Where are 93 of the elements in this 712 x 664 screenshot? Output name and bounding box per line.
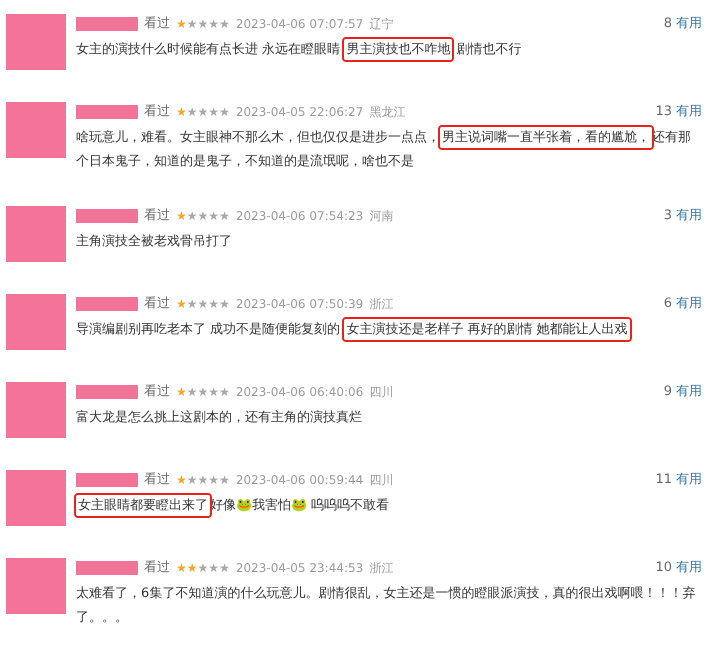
empty-star-icon: ★	[186, 103, 198, 121]
avatar	[6, 558, 66, 614]
useful-link[interactable]: 有用	[676, 102, 702, 122]
comment-location: 河南	[369, 208, 394, 225]
highlight-frame: 女主眼睛都要瞪出来了	[76, 495, 210, 516]
redacted-username	[76, 297, 138, 311]
empty-star-icon: ★	[219, 295, 230, 313]
comment-time: 2023-04-06 07:50:39	[236, 296, 364, 313]
empty-star-icon: ★	[208, 295, 220, 313]
empty-star-icon: ★	[219, 383, 230, 401]
highlight-frame: 男主演技也不咋地	[344, 39, 452, 60]
vote-count: 13	[655, 103, 672, 122]
comment-time: 2023-04-06 00:59:44	[236, 472, 364, 489]
comment-time: 2023-04-05 23:44:53	[236, 560, 364, 577]
filled-star-icon: ★	[176, 103, 187, 121]
empty-star-icon: ★	[208, 103, 220, 121]
vote-count: 11	[655, 471, 672, 490]
empty-star-icon: ★	[186, 15, 198, 33]
filled-star-icon: ★	[176, 15, 187, 33]
watched-status: 看过	[144, 295, 170, 314]
empty-star-icon: ★	[208, 207, 220, 225]
useful-link[interactable]: 有用	[676, 558, 702, 578]
watched-status: 看过	[144, 207, 170, 226]
useful-link[interactable]: 有用	[676, 294, 702, 314]
comment-location: 黑龙江	[369, 104, 406, 121]
empty-star-icon: ★	[219, 207, 230, 225]
empty-star-icon: ★	[208, 559, 220, 577]
empty-star-icon: ★	[219, 103, 230, 121]
comment-location: 辽宁	[369, 16, 394, 33]
empty-star-icon: ★	[198, 103, 208, 121]
empty-star-icon: ★	[208, 15, 220, 33]
comment-location: 四川	[369, 472, 394, 489]
comment-text: 太难看了，6集了不知道演的什么玩意儿。剧情很乱，女主还是一惯的瞪眼派演技，真的很出戏啊喂！！！弃了。。。	[76, 585, 696, 627]
empty-star-icon: ★	[186, 383, 198, 401]
avatar	[6, 382, 66, 438]
empty-star-icon: ★	[219, 15, 230, 33]
filled-star-icon: ★	[186, 559, 198, 577]
avatar	[6, 294, 66, 350]
empty-star-icon: ★	[198, 295, 208, 313]
comment-location: 浙江	[369, 560, 394, 577]
empty-star-icon: ★	[186, 471, 198, 489]
empty-star-icon: ★	[186, 295, 198, 313]
redacted-username	[76, 561, 138, 575]
useful-link[interactable]: 有用	[676, 382, 702, 402]
redacted-username	[76, 473, 138, 487]
avatar	[6, 470, 66, 526]
avatar	[6, 102, 66, 158]
useful-link[interactable]: 有用	[676, 206, 702, 226]
comment-text: 女主的演技什么时候能有点长进 永远在瞪眼睛 男主演技也不咋地 剧情也不行	[76, 38, 702, 62]
filled-star-icon: ★	[176, 295, 187, 313]
empty-star-icon: ★	[208, 383, 220, 401]
watched-status: 看过	[144, 103, 170, 122]
useful-link[interactable]: 有用	[676, 14, 702, 34]
filled-star-icon: ★	[176, 207, 187, 225]
vote-count: 6	[664, 295, 672, 314]
empty-star-icon: ★	[198, 15, 208, 33]
empty-star-icon: ★	[208, 471, 220, 489]
comment-text: 导演编剧别再吃老本了 成功不是随便能复刻的 女主演技还是老样子 再好的剧情 她都能让人出戏	[76, 318, 702, 342]
comment-time: 2023-04-06 06:40:06	[236, 384, 364, 401]
empty-star-icon: ★	[186, 207, 198, 225]
highlight-frame: 男主说词嘴一直半张着，看的尴尬，	[440, 127, 652, 148]
redacted-username	[76, 17, 138, 31]
empty-star-icon: ★	[219, 471, 230, 489]
avatar	[6, 206, 66, 262]
useful-link[interactable]: 有用	[676, 470, 702, 490]
highlight-frame: 女主演技还是老样子 再好的剧情 她都能让人出戏	[344, 319, 630, 340]
vote-count: 3	[664, 207, 672, 226]
empty-star-icon: ★	[198, 207, 208, 225]
filled-star-icon: ★	[176, 559, 187, 577]
comment-time: 2023-04-06 07:07:57	[236, 16, 364, 33]
avatar	[6, 14, 66, 70]
filled-star-icon: ★	[176, 383, 187, 401]
watched-status: 看过	[144, 559, 170, 578]
vote-count: 9	[664, 383, 672, 402]
empty-star-icon: ★	[198, 383, 208, 401]
comment-text: 主角演技全被老戏骨吊打了	[76, 233, 233, 251]
comment-text: 富大龙是怎么挑上这剧本的，还有主角的演技真烂	[76, 409, 363, 427]
redacted-username	[76, 105, 138, 119]
watched-status: 看过	[144, 15, 170, 34]
redacted-username	[76, 385, 138, 399]
comment-location: 浙江	[369, 296, 394, 313]
empty-star-icon: ★	[198, 471, 208, 489]
vote-count: 10	[655, 559, 672, 578]
empty-star-icon: ★	[198, 559, 208, 577]
watched-status: 看过	[144, 471, 170, 490]
comment-time: 2023-04-05 22:06:27	[236, 104, 364, 121]
empty-star-icon: ★	[219, 559, 230, 577]
comment-time: 2023-04-06 07:54:23	[236, 208, 364, 225]
filled-star-icon: ★	[176, 471, 187, 489]
watched-status: 看过	[144, 383, 170, 402]
comment-location: 四川	[369, 384, 394, 401]
vote-count: 8	[664, 15, 672, 34]
redacted-username	[76, 209, 138, 223]
